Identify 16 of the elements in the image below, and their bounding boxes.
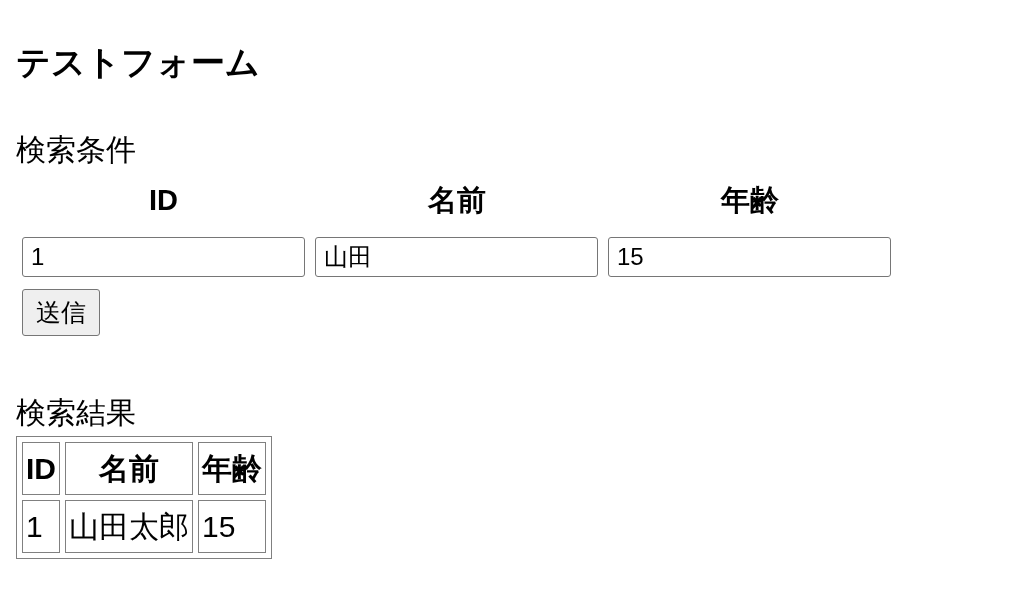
column-header: ID xyxy=(22,442,60,495)
column-header: 年齢 xyxy=(198,442,266,495)
field-label: ID xyxy=(149,183,178,218)
table-cell: 15 xyxy=(198,500,266,553)
table-cell: 山田太郎 xyxy=(65,500,193,553)
input-field[interactable]: 1 xyxy=(22,237,305,277)
input-field[interactable]: 山田 xyxy=(315,237,598,277)
section-heading: 検索条件 xyxy=(16,132,136,168)
table-cell: 1 xyxy=(22,500,60,553)
field-label: 年齢 xyxy=(720,183,779,218)
section-heading: 検索結果 xyxy=(16,395,136,431)
field-label: 名前 xyxy=(427,183,486,218)
input-field[interactable]: 15 xyxy=(608,237,891,277)
submit-button[interactable]: 送信 xyxy=(22,289,100,336)
column-header: 名前 xyxy=(65,442,193,495)
page-title: テストフォーム xyxy=(16,42,260,82)
